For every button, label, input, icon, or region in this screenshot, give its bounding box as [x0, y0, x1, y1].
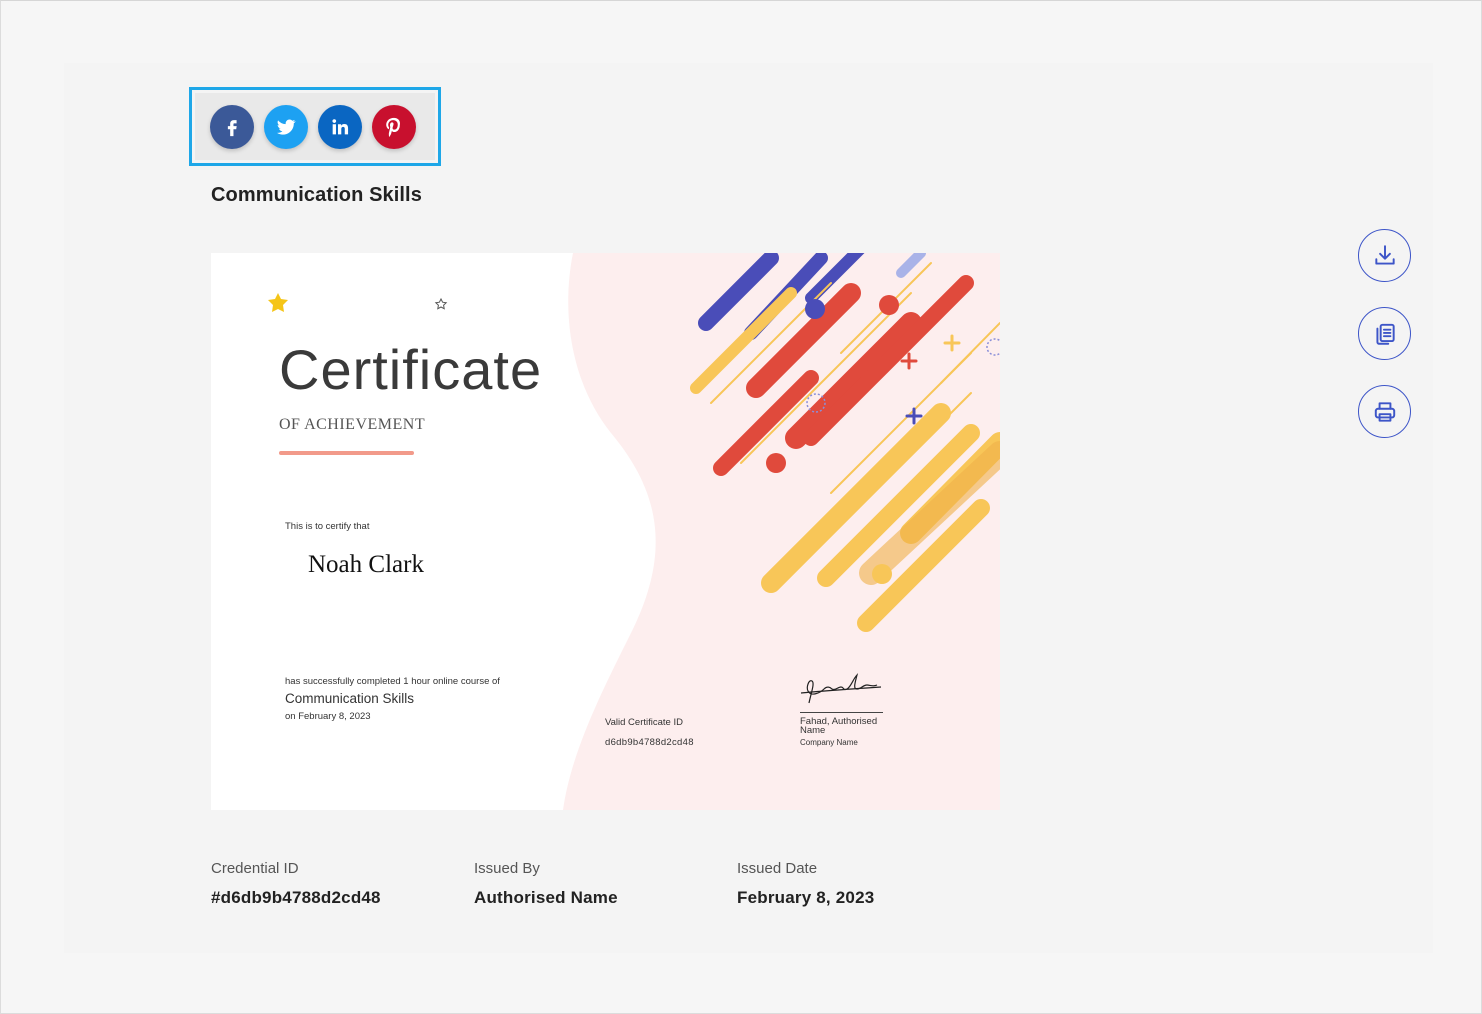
company-name: Company Name	[800, 738, 858, 747]
download-icon	[1374, 244, 1395, 265]
page-title: Communication Skills	[211, 184, 422, 206]
print-icon	[1374, 401, 1395, 422]
certify-text: This is to certify that	[285, 521, 370, 532]
certificate-heading: Certificate	[279, 338, 543, 401]
print-button[interactable]	[1358, 385, 1411, 438]
pinterest-icon	[386, 117, 400, 137]
completed-text: has successfully completed 1 hour online…	[285, 676, 500, 687]
twitter-icon	[277, 119, 296, 135]
credential-id-label: Credential ID	[211, 860, 299, 877]
facebook-icon	[227, 119, 237, 136]
certificate-subheading: OF ACHIEVEMENT	[279, 416, 426, 433]
issued-date-value: February 8, 2023	[737, 888, 875, 907]
facebook-share-button[interactable]	[210, 104, 254, 149]
completion-date: on February 8, 2023	[285, 711, 371, 722]
issued-date-label: Issued Date	[737, 860, 818, 877]
linkedin-icon	[332, 118, 349, 134]
valid-id-value: d6db9b4788d2cd48	[605, 737, 694, 748]
credential-id-block: Credential ID #d6db9b4788d2cd48	[211, 860, 381, 908]
course-name: Communication Skills	[285, 691, 415, 706]
share-bar	[189, 87, 441, 166]
copy-button[interactable]	[1358, 307, 1411, 360]
issued-by-label: Issued By	[474, 860, 540, 877]
authoriser-name: Fahad, Authorised Name	[800, 716, 878, 736]
pinterest-share-button[interactable]	[372, 104, 416, 149]
heading-underline	[279, 451, 414, 455]
share-buttons	[195, 93, 435, 160]
download-button[interactable]	[1358, 229, 1411, 282]
credential-id-value: #d6db9b4788d2cd48	[211, 888, 381, 907]
twitter-share-button[interactable]	[264, 104, 308, 149]
issued-date-block: Issued Date February 8, 2023	[737, 860, 874, 908]
copy-icon	[1375, 323, 1395, 345]
recipient-name: Noah Clark	[308, 551, 424, 578]
linkedin-share-button[interactable]	[318, 104, 362, 149]
certificate-preview: Certificate OF ACHIEVEMENT This is to ce…	[211, 253, 1000, 810]
issued-by-value: Authorised Name	[474, 888, 618, 907]
signature-line	[800, 712, 883, 713]
valid-id-label: Valid Certificate ID	[605, 717, 683, 728]
certificate-actions	[1358, 229, 1411, 463]
issued-by-block: Issued By Authorised Name	[474, 860, 618, 908]
